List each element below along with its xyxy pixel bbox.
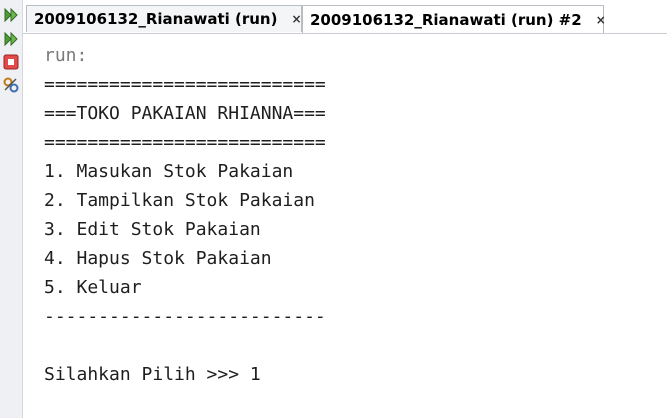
close-icon[interactable]: × <box>596 13 606 27</box>
tab-label: 2009106132_Rianawati (run) <box>34 10 278 28</box>
console-line: -------------------------- <box>44 306 326 327</box>
tab-label: 2009106132_Rianawati (run) #2 <box>310 10 582 29</box>
output-toolbar <box>0 0 23 418</box>
rerun-icon[interactable] <box>2 6 20 24</box>
console-output[interactable]: run: ========================== ===TOKO … <box>23 34 667 418</box>
console-line: run: <box>44 45 88 66</box>
console-line: 2. Tampilkan Stok Pakaian <box>44 190 315 211</box>
console-line: ========================== <box>44 132 326 153</box>
output-window: 2009106132_Rianawati (run) × 2009106132_… <box>0 0 667 418</box>
console-line: 4. Hapus Stok Pakaian <box>44 248 272 269</box>
tab-run-2[interactable]: 2009106132_Rianawati (run) #2 × <box>302 5 606 33</box>
close-icon[interactable]: × <box>291 12 301 26</box>
settings-icon[interactable] <box>2 76 20 94</box>
rerun-with-options-icon[interactable] <box>2 30 20 48</box>
tab-run[interactable]: 2009106132_Rianawati (run) × <box>26 5 302 32</box>
console-line: 5. Keluar <box>44 277 142 298</box>
console-line: 1. Masukan Stok Pakaian <box>44 161 294 182</box>
console-line: ========================== <box>44 74 326 95</box>
console-input-line: Silahkan Pilih >>> 1 <box>44 364 261 385</box>
tab-bar: 2009106132_Rianawati (run) × 2009106132_… <box>23 0 667 34</box>
console-line: ===TOKO PAKAIAN RHIANNA=== <box>44 103 326 124</box>
stop-icon[interactable] <box>2 53 20 71</box>
console-line: 3. Edit Stok Pakaian <box>44 219 261 240</box>
